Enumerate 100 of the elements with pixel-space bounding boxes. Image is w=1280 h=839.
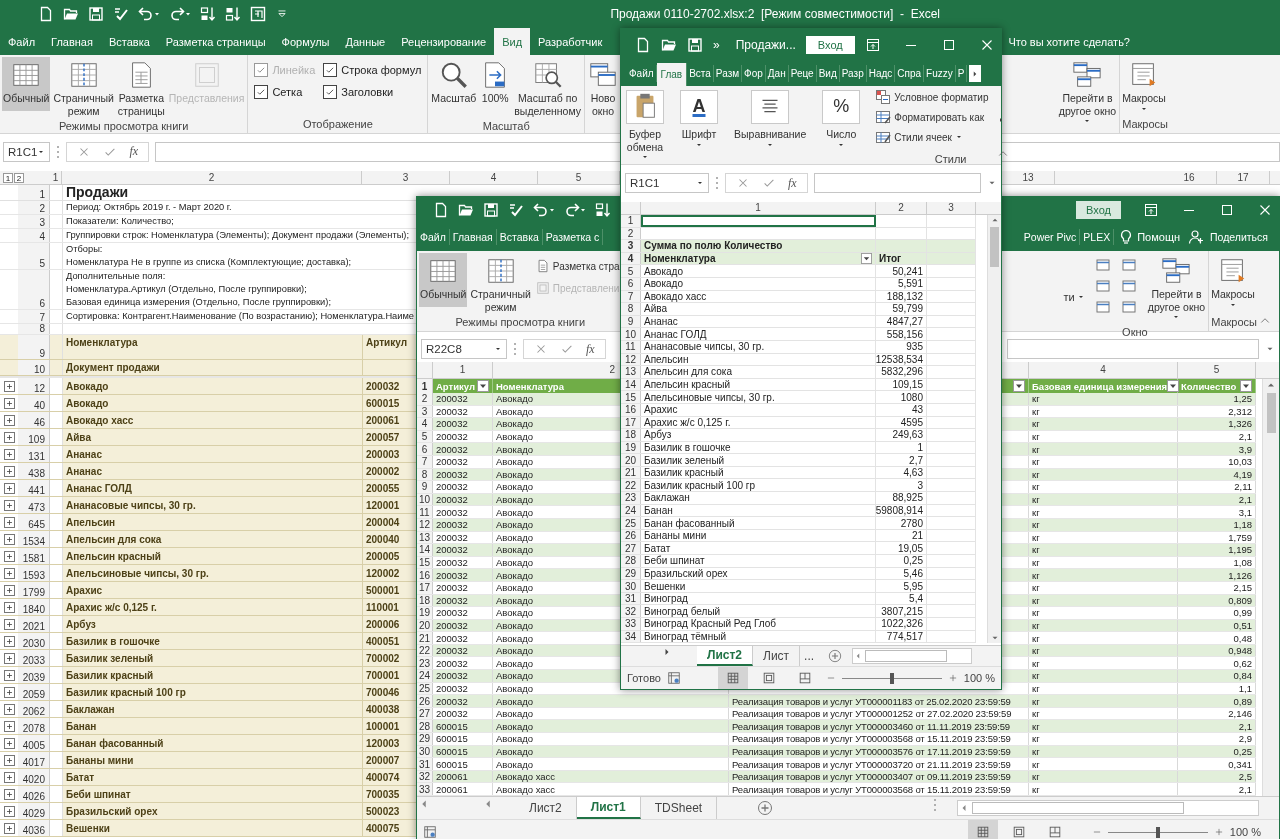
column-header[interactable]: 2 (876, 202, 927, 214)
more-commands-button[interactable]: » (713, 38, 720, 52)
vertical-scrollbar[interactable] (1262, 379, 1279, 796)
add-sheet-icon[interactable] (757, 800, 774, 816)
expand-button[interactable] (3, 771, 15, 783)
row-header[interactable]: 1 (417, 379, 433, 393)
ribbon-tab[interactable]: Фор (742, 65, 766, 82)
row-header[interactable]: 46 (18, 412, 50, 428)
row-header[interactable]: 2 (417, 393, 433, 405)
row-header[interactable]: 28 (621, 555, 641, 567)
row-header[interactable]: 27 (621, 542, 641, 555)
row-header[interactable]: 438 (18, 463, 50, 479)
column-header[interactable]: 2 (493, 362, 621, 378)
ribbon-button[interactable]: Форматировать как (875, 109, 989, 125)
row-header[interactable]: 1534 (18, 531, 50, 547)
insert-function-button[interactable]: fx (586, 341, 595, 357)
ribbon-tab[interactable]: Дан (765, 65, 789, 82)
ribbon-button[interactable]: А Шрифт (675, 86, 723, 164)
ribbon-tab[interactable]: Fuzzy (924, 65, 956, 82)
row-header[interactable]: 5 (621, 265, 641, 277)
ribbon-tab[interactable]: Вид (816, 65, 840, 82)
insert-function-button[interactable]: fx (129, 144, 139, 159)
expand-button[interactable] (3, 499, 15, 511)
row-header[interactable]: 30 (621, 580, 641, 592)
row-header[interactable]: 3 (621, 240, 641, 252)
expand-button[interactable] (3, 720, 15, 732)
view-button[interactable] (717, 667, 748, 689)
row-header[interactable]: 21 (417, 632, 433, 644)
row-header[interactable]: 4036 (18, 820, 50, 836)
row-header[interactable]: 4020 (18, 769, 50, 785)
sheet-tab[interactable]: Лист1 (576, 797, 641, 819)
checkbox[interactable] (254, 85, 269, 99)
column-header[interactable]: 4 (450, 171, 538, 184)
spell-check-icon[interactable] (508, 202, 524, 218)
row-header[interactable]: 23 (621, 492, 641, 504)
row-header[interactable]: 12 (18, 378, 50, 394)
window-option-icon[interactable] (1094, 257, 1111, 273)
save-icon[interactable] (483, 202, 499, 218)
ribbon-button[interactable]: Масштаб по выделенному (513, 57, 582, 121)
expand-button[interactable] (3, 380, 15, 392)
ribbon-button[interactable]: Разметка страницы (116, 57, 166, 121)
expand-button[interactable] (3, 754, 15, 766)
row-header[interactable]: 9 (18, 335, 50, 359)
undo-icon[interactable] (533, 202, 555, 218)
name-box[interactable]: R1C1 (3, 141, 51, 162)
ribbon-button[interactable]: Разметка стра (535, 259, 620, 273)
open-folder-icon[interactable] (661, 37, 677, 53)
add-sheet-icon[interactable] (828, 649, 843, 663)
column-header[interactable]: 3 (927, 202, 976, 214)
ribbon-tab[interactable]: Р (955, 65, 968, 82)
ribbon-button[interactable]: Выравнивание (729, 86, 812, 164)
outline-level-button[interactable]: 2 (14, 172, 24, 183)
row-header[interactable]: 4017 (18, 752, 50, 768)
row-header[interactable]: 441 (18, 480, 50, 496)
row-header[interactable]: 15 (621, 391, 641, 403)
expand-button[interactable] (3, 737, 15, 749)
outline-level-button[interactable]: 1 (3, 172, 13, 183)
expand-button[interactable] (3, 465, 15, 477)
ribbon-button[interactable]: Обычный (419, 253, 468, 307)
horizontal-scrollbar[interactable] (852, 648, 973, 664)
drag-handle-icon[interactable] (56, 143, 61, 160)
ribbon-tab[interactable]: Данные (337, 28, 394, 55)
column-header[interactable]: 1 (641, 202, 876, 214)
window-option-icon[interactable] (1120, 257, 1137, 273)
row-header[interactable]: 31 (417, 758, 433, 770)
row-header[interactable]: 645 (18, 514, 50, 530)
new-file-icon[interactable] (433, 202, 449, 218)
row-header[interactable]: 8 (18, 324, 50, 334)
ribbon-button[interactable]: Условное форматир (875, 89, 989, 105)
window-option-icon[interactable] (1094, 299, 1111, 315)
row-header[interactable]: 40 (18, 395, 50, 411)
zoom-level[interactable]: 100 % (1229, 826, 1261, 838)
ribbon-button[interactable]: Стили ячеек (875, 129, 989, 145)
ribbon-tab[interactable]: Вид (494, 28, 531, 55)
row-header[interactable]: 2033 (18, 650, 50, 666)
ribbon-tab[interactable]: Вставка (496, 229, 543, 245)
expand-button[interactable] (3, 482, 15, 494)
ribbon-tab[interactable]: Разметка страницы (157, 28, 274, 55)
row-header[interactable]: 8 (621, 303, 641, 315)
horizontal-scrollbar[interactable] (957, 800, 1259, 816)
open-folder-icon[interactable] (63, 6, 79, 22)
window-option-icon[interactable] (1094, 278, 1111, 294)
ribbon-tab[interactable]: Надс (866, 65, 896, 82)
scrollbar-thumb[interactable] (1266, 393, 1276, 433)
ribbon-button[interactable]: Перейти в другое окно (1146, 253, 1207, 327)
ribbon-tab[interactable]: Файл (627, 65, 657, 82)
row-header[interactable]: 29 (417, 733, 433, 745)
row-header[interactable]: 1 (18, 185, 50, 200)
scrollbar-thumb[interactable] (990, 227, 999, 267)
ribbon-button[interactable]: Обычный (2, 57, 51, 111)
ribbon-tab[interactable]: Реце (788, 65, 817, 82)
row-header[interactable]: 22 (621, 479, 641, 492)
row-header[interactable]: 24 (417, 670, 433, 682)
expand-button[interactable] (3, 550, 15, 562)
ribbon-tab[interactable]: Спра (895, 65, 925, 82)
name-box[interactable]: R1C1 (625, 173, 709, 193)
ribbon-tab[interactable]: Глав (656, 63, 688, 86)
expand-button[interactable] (3, 822, 15, 834)
row-header[interactable]: 16 (417, 569, 433, 581)
row-header[interactable]: 1799 (18, 582, 50, 598)
